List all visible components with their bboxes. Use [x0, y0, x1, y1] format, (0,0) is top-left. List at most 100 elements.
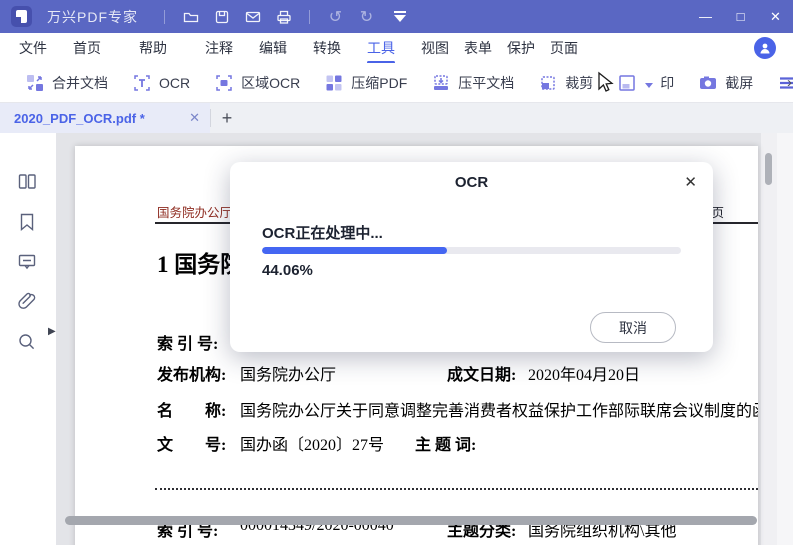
tab-title: 2020_PDF_OCR.pdf * [14, 110, 145, 126]
folder-icon [183, 12, 198, 22]
field-value: 国办函〔2020〕27号 [240, 437, 385, 454]
menu-help[interactable]: 帮助 [138, 35, 168, 61]
titlebar: 万兴PDF专家 ↺ ↻ — □ ✕ [0, 0, 793, 33]
user-avatar[interactable] [754, 37, 776, 59]
compress-pdf-button[interactable]: 压缩PDF [324, 73, 407, 93]
comment-icon [18, 254, 36, 270]
field-label: 成文日期: [447, 367, 517, 384]
screenshot-icon [700, 76, 717, 89]
minimize-button[interactable]: — [688, 0, 723, 33]
toolbar-item-label: 印 [660, 74, 675, 91]
left-sidebar: ▶ [0, 133, 57, 545]
watermark-button[interactable]: 印 [617, 73, 674, 93]
search-panel-button[interactable] [16, 331, 38, 358]
attachments-panel-button[interactable] [16, 291, 38, 318]
canvas-right-margin [777, 133, 793, 545]
app-title: 万兴PDF专家 [47, 8, 138, 25]
field-value: 2020年04月20日 [528, 367, 641, 384]
chevron-down-icon[interactable] [645, 82, 654, 88]
maximize-button[interactable]: □ [723, 0, 758, 33]
email-button[interactable] [237, 0, 268, 33]
mail-icon [245, 11, 260, 22]
field-label: 索 引 号: [157, 336, 219, 353]
toolbar-item-label: OCR [159, 74, 191, 91]
mouse-cursor [598, 71, 614, 92]
toolbar-overflow-arrow[interactable]: › [787, 74, 792, 91]
menu-home[interactable]: 首页 [72, 35, 102, 61]
toolbar-item-label: 区域OCR [241, 74, 301, 91]
menu-view[interactable]: 视图 [420, 35, 450, 61]
field-label: 主 题 词: [415, 437, 477, 454]
ocr-dialog: OCR ✕ OCR正在处理中... 44.06% 取消 [230, 162, 713, 352]
field-value: 国务院办公厅 [240, 367, 337, 384]
titlebar-divider [309, 9, 310, 24]
flatten-doc-icon [434, 74, 449, 90]
menu-file[interactable]: 文件 [18, 35, 48, 61]
app-logo-icon [11, 6, 32, 27]
tab-close-icon[interactable]: ✕ [189, 110, 200, 126]
menu-form[interactable]: 表单 [463, 35, 493, 61]
toolbar-item-label: 裁剪 [565, 74, 594, 91]
menu-convert[interactable]: 转换 [312, 35, 342, 61]
field-value: 国务院办公厅关于同意调整完善消费者权益保护工作部际联席会议制度的函 [240, 403, 758, 420]
field-label: 文 号: [157, 437, 227, 454]
ocr-icon [134, 74, 150, 91]
crop-icon [541, 75, 555, 90]
vertical-scrollbar-thumb[interactable] [765, 153, 772, 185]
sidebar-expand-icon[interactable]: ▶ [48, 326, 56, 337]
titlebar-divider [164, 9, 165, 24]
comments-panel-button[interactable] [16, 251, 38, 278]
new-tab-button[interactable]: + [211, 103, 243, 133]
close-button[interactable]: ✕ [758, 0, 793, 33]
menu-tools[interactable]: 工具 [366, 35, 396, 64]
open-file-button[interactable] [175, 0, 206, 33]
bookmark-icon [20, 213, 34, 231]
ocr-progress-bar [262, 247, 681, 254]
bookmarks-panel-button[interactable] [16, 211, 38, 238]
screenshot-button[interactable]: 截屏 [698, 73, 753, 93]
cancel-button[interactable]: 取消 [590, 312, 676, 343]
tools-toolbar: 合并文档 OCR 区域OCR 压缩PDF 压平文档 裁剪 印 截屏 更多 › [0, 63, 793, 103]
search-icon [19, 334, 35, 350]
toolbar-item-label: 截屏 [725, 74, 754, 91]
person-icon [760, 43, 770, 54]
redo-icon[interactable]: ↻ [351, 7, 382, 27]
menu-protect[interactable]: 保护 [506, 35, 536, 61]
watermark-icon [619, 74, 635, 91]
collapse-toolbar-icon[interactable] [394, 11, 406, 22]
toolbar-item-label: 合并文档 [52, 74, 108, 91]
undo-icon[interactable]: ↺ [320, 7, 351, 27]
document-tab[interactable]: 2020_PDF_OCR.pdf * ✕ [0, 103, 210, 133]
ocr-status-text: OCR正在处理中... [262, 225, 383, 242]
vertical-scrollbar-track[interactable] [761, 133, 777, 545]
toolbar-item-label: 压平文档 [458, 74, 515, 91]
flatten-doc-button[interactable]: 压平文档 [431, 73, 514, 93]
toolbar-item-label: 压缩PDF [351, 74, 408, 91]
merge-icon [27, 74, 43, 91]
menu-edit[interactable]: 编辑 [258, 35, 288, 61]
menu-annotate[interactable]: 注释 [204, 35, 234, 61]
field-label: 发布机构: [157, 367, 227, 384]
menu-page[interactable]: 页面 [549, 35, 579, 61]
save-button[interactable] [206, 0, 237, 33]
save-icon [215, 10, 228, 23]
area-ocr-button[interactable]: 区域OCR [214, 73, 300, 93]
ocr-progress-fill [262, 247, 447, 254]
merge-docs-button[interactable]: 合并文档 [25, 73, 108, 93]
thumbnails-icon [18, 174, 36, 189]
print-icon [276, 10, 291, 24]
attachment-icon [18, 292, 36, 309]
dotted-divider [155, 488, 758, 490]
dialog-close-icon[interactable]: ✕ [684, 173, 697, 191]
dialog-title: OCR [454, 174, 489, 191]
ocr-button[interactable]: OCR [132, 73, 190, 93]
ocr-progress-percent: 44.06% [262, 262, 313, 279]
crop-button[interactable]: 裁剪 [538, 73, 593, 93]
field-label: 名 称: [157, 403, 227, 420]
horizontal-scrollbar-thumb[interactable] [65, 516, 757, 525]
document-tabbar: 2020_PDF_OCR.pdf * ✕ + [0, 103, 793, 133]
print-button[interactable] [268, 0, 299, 33]
compress-pdf-icon [326, 75, 342, 90]
thumbnails-panel-button[interactable] [16, 171, 38, 198]
area-ocr-icon [216, 74, 232, 91]
